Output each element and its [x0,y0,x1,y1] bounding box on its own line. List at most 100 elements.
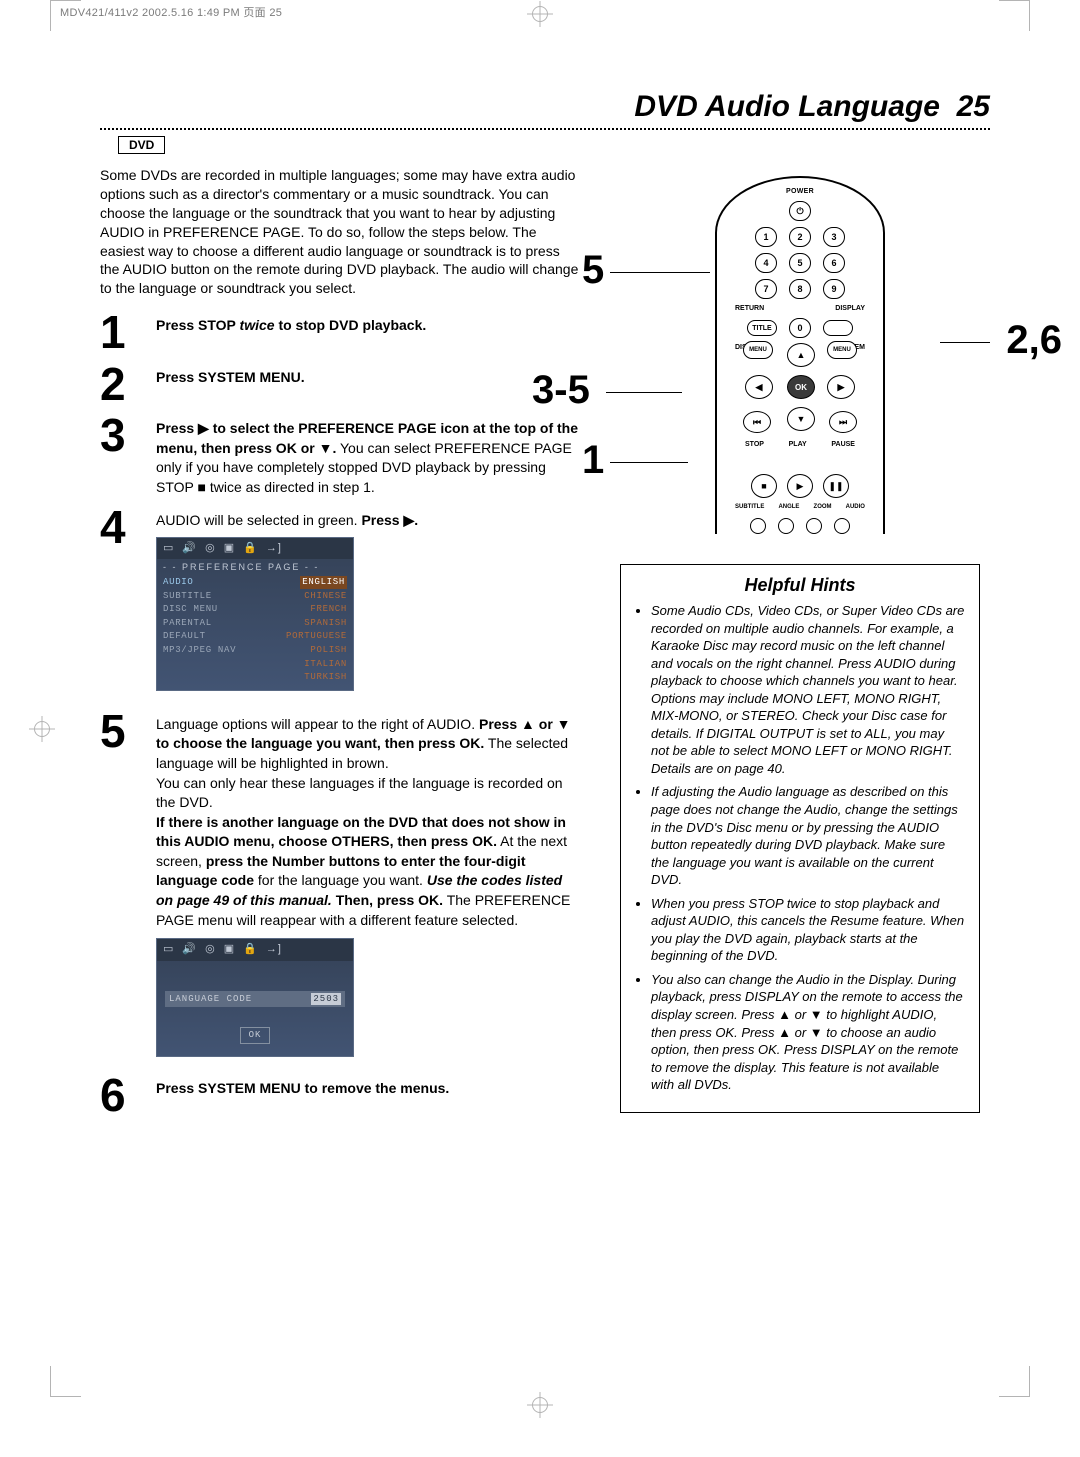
lock-icon: 🔒 [243,541,258,556]
hint-item: When you press STOP twice to stop playba… [651,895,965,965]
ok-button: OK [787,375,815,399]
screenshot-iconbar: ▭ 🔊 ◎ ▣ 🔒 →] [157,538,353,559]
screen-icon: ▭ [163,942,174,957]
step-number: 3 [100,415,140,456]
zoom-button [806,518,822,534]
dpad: MENU ▲ MENU ◀ OK ▶ ⏮ ▼ ⏭ [745,357,855,417]
step-1-text-b: twice [240,317,275,333]
menu-left-label: SUBTITLE [163,590,212,603]
pause-label: PAUSE [831,441,855,448]
screen-icon: ▭ [163,541,174,556]
side-column: 5 3-5 1 2,6 POWER ⏻ 1 2 3 [620,166,980,1130]
helpful-hints-box: Helpful Hints Some Audio CDs, Video CDs,… [620,564,980,1113]
num-9-button: 9 [823,279,845,299]
menu-right-value: TURKISH [304,671,347,684]
menu-row: MP3/JPEG NAV POLISH [163,644,347,657]
menu-right-value: ITALIAN [304,658,347,671]
system-menu-button: MENU [827,341,857,359]
step-6-text: Press SYSTEM MENU to remove the menus. [156,1080,449,1096]
num-8-button: 8 [789,279,811,299]
step-4-text-a: AUDIO will be selected in green. [156,512,361,528]
display-button [823,320,853,336]
step-number: 6 [100,1075,140,1116]
page-number: 25 [957,90,990,123]
video-icon: ▣ [224,541,235,556]
step-4: 4 AUDIO will be selected in green. Press… [100,511,580,700]
angle-label: ANGLE [778,504,799,510]
print-meta-header: MDV421/411v2 2002.5.16 1:49 PM 页面 25 [0,0,1080,20]
step-number: 5 [100,711,140,752]
play-button: ▶ [787,474,813,498]
num-1-button: 1 [755,227,777,247]
step-5: 5 Language options will appear to the ri… [100,715,580,1065]
power-label: POWER [786,188,814,195]
step-number: 4 [100,507,140,548]
menu-left-label: MP3/JPEG NAV [163,644,236,657]
hint-item: If adjusting the Audio language as descr… [651,783,965,888]
step-number: 1 [100,312,140,353]
num-0-button: 0 [789,318,811,338]
callout-3-5: 3-5 [532,370,590,410]
step-1-text-a: Press STOP [156,317,240,333]
left-button: ◀ [745,375,773,399]
remote-diagram: 5 3-5 1 2,6 POWER ⏻ 1 2 3 [620,176,980,534]
audio-button [834,518,850,534]
audio-label: AUDIO [846,504,865,510]
menu-row: DEFAULTPORTUGUESE [163,630,347,643]
menu-right-value: ENGLISH [300,576,347,589]
exit-icon: →] [266,942,282,957]
subtitle-button [750,518,766,534]
ok-button-graphic: OK [240,1027,270,1044]
num-7-button: 7 [755,279,777,299]
num-2-button: 2 [789,227,811,247]
disc-icon: ◎ [205,541,216,556]
step-5-text-h: for the language you want. [254,872,427,888]
right-button: ▶ [827,375,855,399]
menu-row: TURKISH [163,671,347,684]
num-6-button: 6 [823,253,845,273]
menu-row: DISC MENU FRENCH [163,603,347,616]
power-button: ⏻ [789,201,811,221]
stop-label: STOP [745,441,764,448]
intro-text: Some DVDs are recorded in multiple langu… [100,166,580,298]
return-label: RETURN [735,305,764,312]
menu-row: PARENTALSPANISH [163,617,347,630]
title-button: TITLE [747,320,777,336]
step-5-text-d: You can only hear these languages if the… [156,775,563,811]
preference-page-screenshot: ▭ 🔊 ◎ ▣ 🔒 →] - - PREFERENCE PAGE - - AUD… [156,537,354,691]
step-6: 6 Press SYSTEM MENU to remove the menus. [100,1079,580,1116]
subtitle-label: SUBTITLE [735,504,764,510]
stop-button: ■ [751,474,777,498]
lock-icon: 🔒 [243,942,258,957]
menu-right-value: CHINESE [304,590,347,603]
main-content-column: Some DVDs are recorded in multiple langu… [100,166,580,1130]
num-5-button: 5 [789,253,811,273]
menu-right-value: POLISH [310,644,347,657]
zoom-label: ZOOM [814,504,832,510]
step-number: 2 [100,364,140,405]
menu-left-label: AUDIO [163,576,194,589]
audio-icon: 🔊 [182,541,197,556]
play-label: PLAY [789,441,807,448]
menu-row: AUDIO ENGLISH [163,576,347,589]
menu-left-label: DISC MENU [163,603,218,616]
language-code-screenshot: ▭ 🔊 ◎ ▣ 🔒 →] LANGUAGE CODE 2503 OK [156,938,354,1057]
divider-dotted [100,128,990,130]
screenshot-header: - - PREFERENCE PAGE - - [157,559,353,576]
num-3-button: 3 [823,227,845,247]
step-3: 3 Press ▶ to select the PREFERENCE PAGE … [100,419,580,497]
callout-2-6: 2,6 [1006,320,1062,360]
skip-back-button: ⏮ [743,411,771,433]
audio-icon: 🔊 [182,942,197,957]
pause-button: ❚❚ [823,474,849,498]
step-2: 2 Press SYSTEM MENU. [100,368,580,405]
menu-row: SUBTITLE CHINESE [163,590,347,603]
hint-item: Some Audio CDs, Video CDs, or Super Vide… [651,602,965,777]
callout-1: 1 [582,440,604,480]
angle-button [778,518,794,534]
disc-icon: ◎ [205,942,216,957]
step-2-text: Press SYSTEM MENU. [156,369,305,385]
display-label: DISPLAY [835,305,865,312]
menu-right-value: FRENCH [310,603,347,616]
language-code-value: 2503 [311,993,341,1006]
